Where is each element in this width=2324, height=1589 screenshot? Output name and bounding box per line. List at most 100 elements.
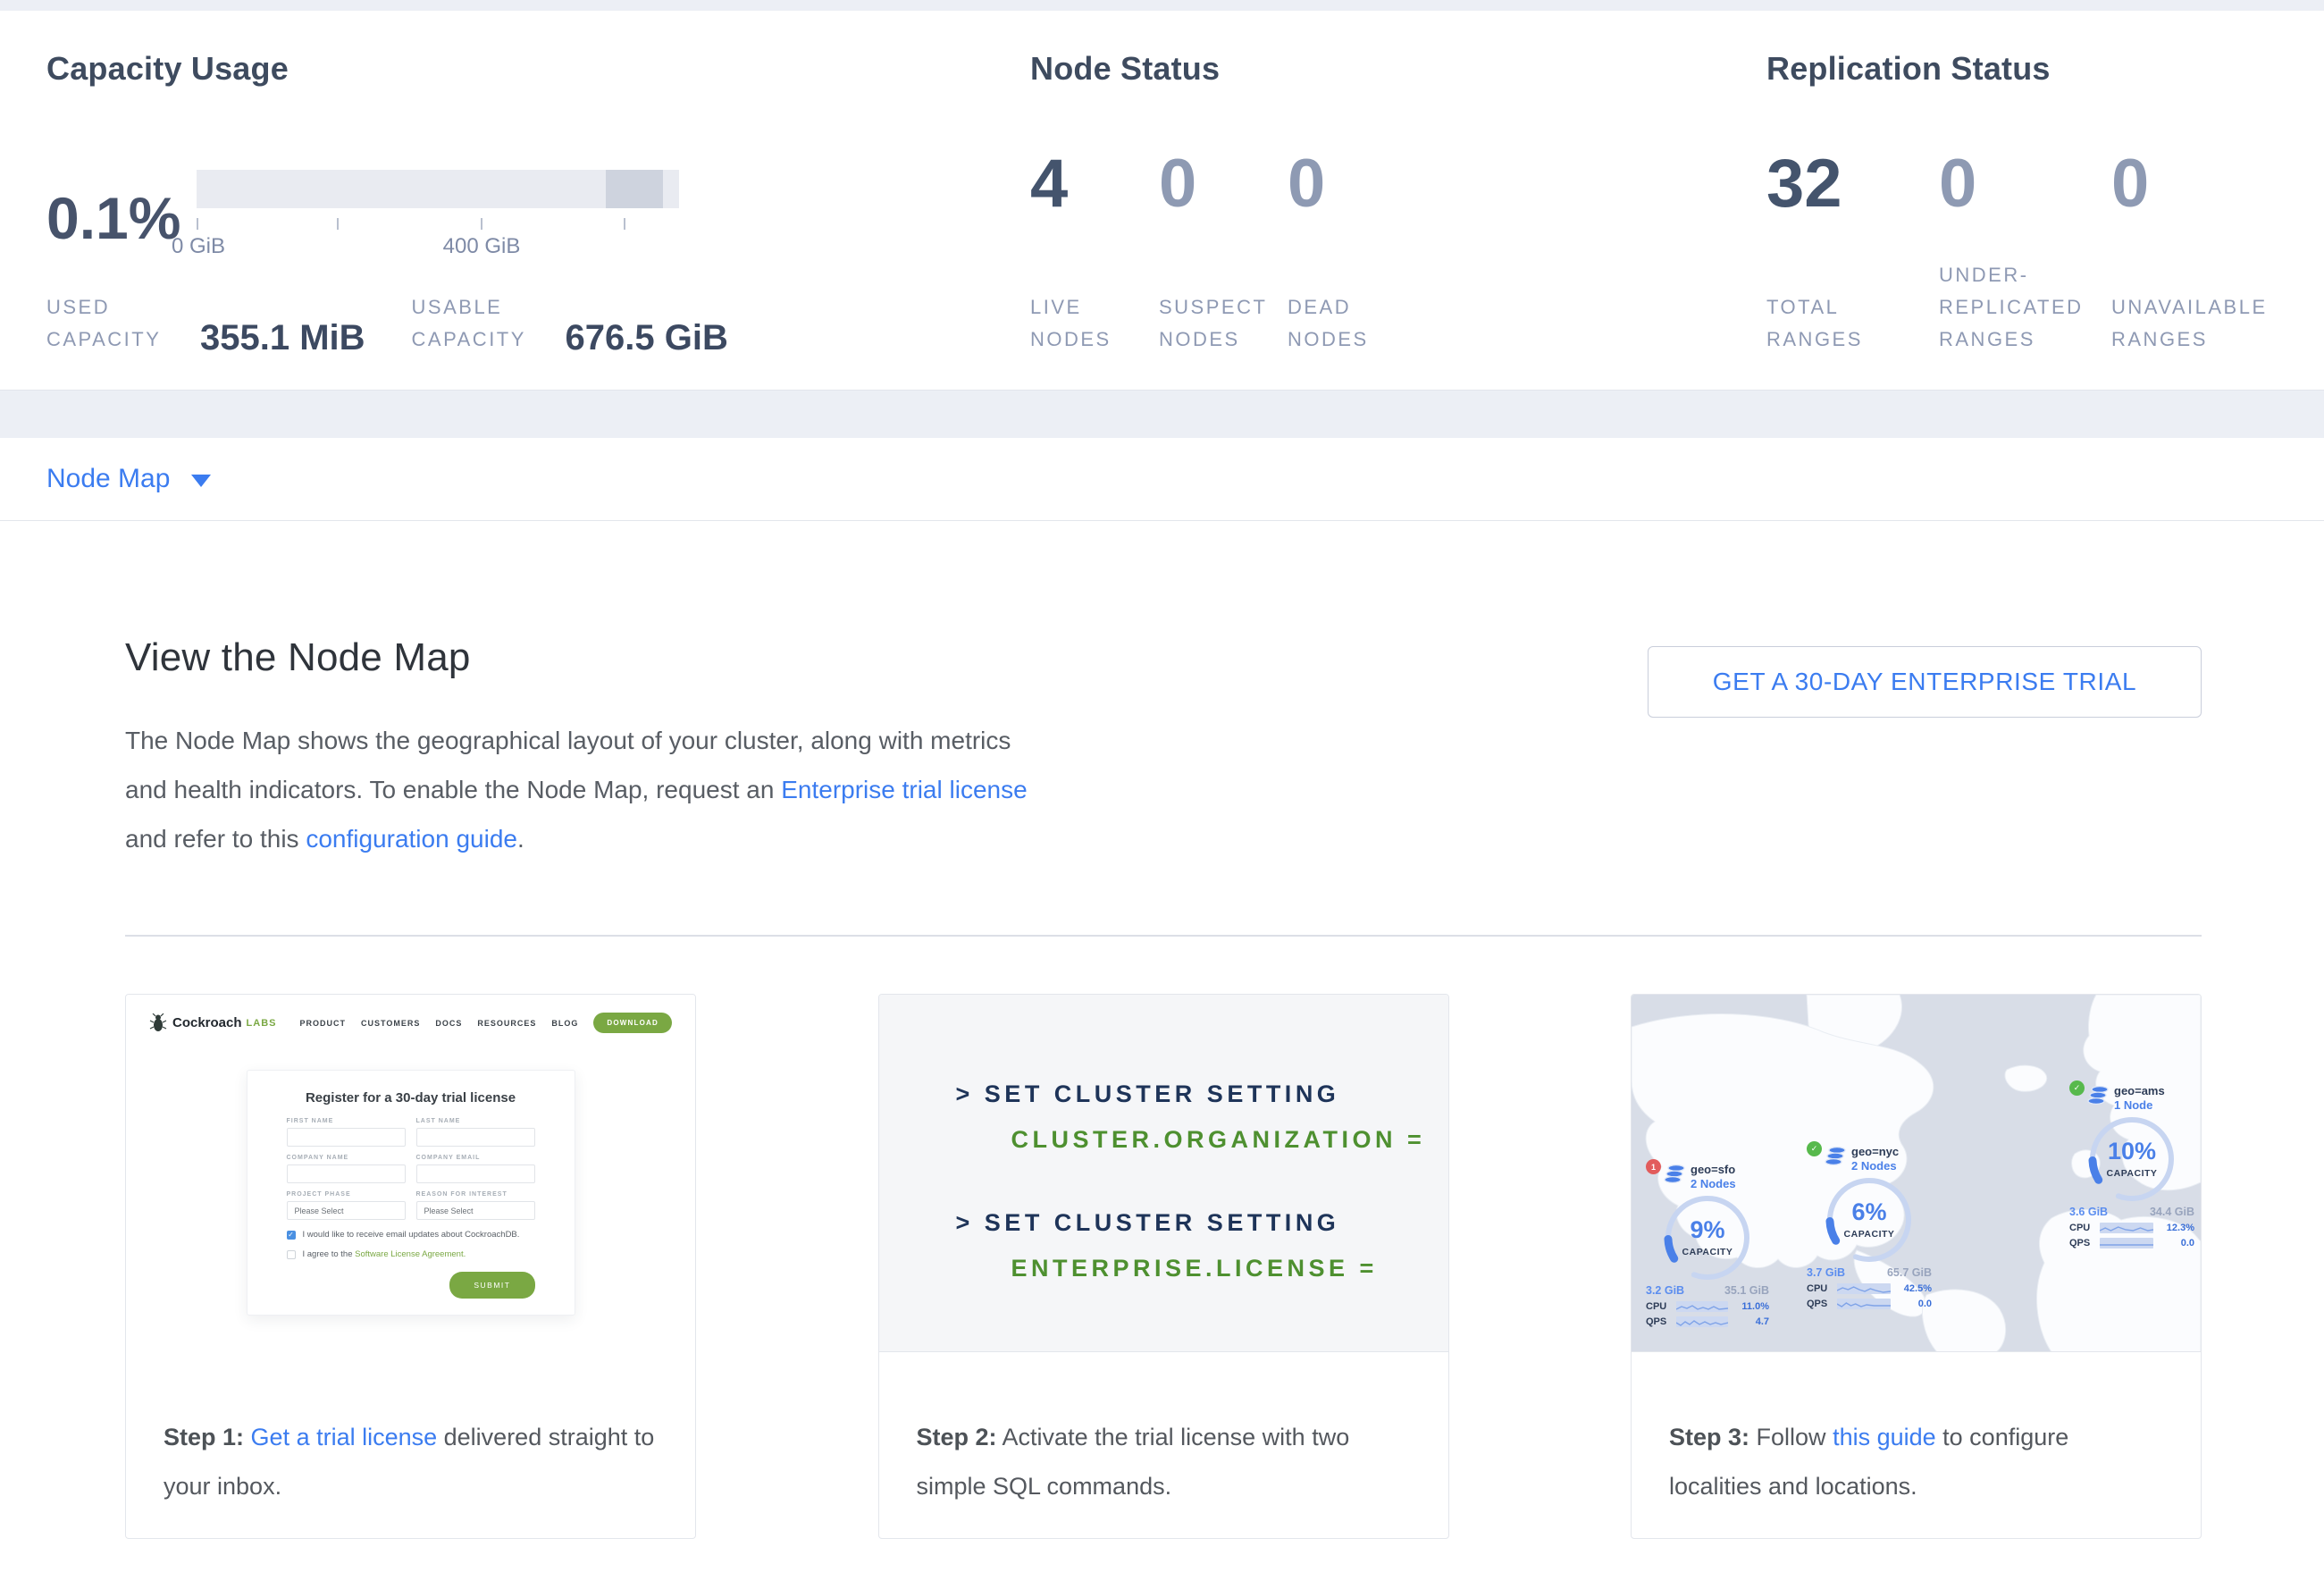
capacity-percent: 10%: [2087, 1138, 2177, 1165]
total-ranges-label: TOTAL RANGES: [1766, 291, 1939, 356]
cpu-label: CPU: [1646, 1301, 1676, 1312]
total-gib: 34.4 GiB: [2150, 1206, 2194, 1218]
inline-link[interactable]: Enterprise trial license: [781, 776, 1027, 803]
enterprise-trial-button[interactable]: GET A 30-DAY ENTERPRISE TRIAL: [1648, 646, 2202, 718]
mini-site-nav: PRODUCT CUSTOMERS DOCS RESOURCES BLOG DO…: [300, 1013, 672, 1033]
live-nodes-value: 4: [1030, 148, 1159, 220]
under-replicated-ranges-value: 0: [1939, 148, 2111, 220]
usable-capacity-label: USABLE CAPACITY: [412, 291, 555, 356]
cpu-value: 11.0%: [1728, 1301, 1769, 1312]
used-gib: 3.2 GiB: [1646, 1284, 1684, 1297]
cpu-value: 12.3%: [2153, 1223, 2194, 1233]
company-email-label: COMPANY EMAIL: [416, 1155, 535, 1161]
total-gib: 65.7 GiB: [1887, 1266, 1932, 1279]
suspect-nodes-stat: 0 SUSPECT NODES: [1159, 113, 1288, 356]
total-gib: 35.1 GiB: [1724, 1284, 1769, 1297]
capacity-percent: 6%: [1825, 1198, 1914, 1226]
capacity-bar-track: [197, 170, 679, 208]
node-status-title: Node Status: [1030, 50, 1766, 88]
qps-label: QPS: [1807, 1299, 1837, 1309]
inline-link[interactable]: this guide: [1833, 1424, 1936, 1450]
locality-node-count: 2 Nodes: [1691, 1177, 1736, 1191]
live-nodes-stat: 4 LIVE NODES: [1030, 113, 1159, 356]
used-gib: 3.6 GiB: [2069, 1206, 2108, 1218]
qps-value: 0.0: [2153, 1238, 2194, 1248]
qps-sparkline: [2100, 1238, 2153, 1248]
company-name-field: [287, 1164, 406, 1183]
capacity-usage-section: Capacity Usage 0.1% 0 GiB 400 GiB USED C…: [46, 50, 1030, 356]
qps-label: QPS: [1646, 1316, 1676, 1327]
cpu-sparkline: [1676, 1301, 1728, 1312]
step-3-map-preview: 1 geo=sfo 2 Nodes: [1632, 995, 2201, 1352]
usable-capacity-value: 676.5 GiB: [566, 320, 728, 356]
step-3-caption: Step 3: Follow this guide to configure l…: [1632, 1352, 2201, 1538]
cpu-label: CPU: [2069, 1223, 2100, 1233]
map-locality-ams: ✓ geo=ams 1 Node: [2069, 1084, 2194, 1248]
company-name-label: COMPANY NAME: [287, 1155, 406, 1161]
reason-interest-select: Please Select: [416, 1201, 535, 1220]
axis-tick: [481, 218, 482, 230]
node-map-dropdown-label: Node Map: [46, 464, 170, 494]
capacity-label: CAPACITY: [1663, 1247, 1752, 1257]
step-1-card: Cockroach LABS PRODUCT CUSTOMERS DOCS RE…: [125, 994, 696, 1539]
capacity-percent: 9%: [1663, 1216, 1752, 1244]
mini-nav-docs: DOCS: [435, 1019, 462, 1028]
sql-command: SET CLUSTER SETTING: [985, 1080, 1340, 1107]
axis-tick-label: 400 GiB: [443, 234, 521, 259]
capacity-gauge: 9% CAPACITY: [1663, 1193, 1752, 1282]
mini-nav-resources: RESOURCES: [477, 1019, 536, 1028]
locality-node-count: 2 Nodes: [1851, 1159, 1899, 1173]
capacity-bar-other-segment: [606, 170, 663, 208]
email-updates-checkbox: ✓: [287, 1231, 296, 1240]
inline-link[interactable]: configuration guide: [306, 825, 517, 853]
software-license-link: Software License Agreement.: [355, 1249, 466, 1259]
axis-tick: [197, 218, 198, 230]
chevron-down-icon: [191, 475, 211, 487]
database-stack-icon: [2087, 1086, 2109, 1106]
under-replicated-ranges-label: UNDER-REPLICATED RANGES: [1939, 259, 2111, 356]
cluster-summary-panel: Capacity Usage 0.1% 0 GiB 400 GiB USED C…: [0, 11, 2324, 391]
step-2-caption: Step 2: Activate the trial license with …: [879, 1352, 1448, 1538]
step-2-code-sample: > SET CLUSTER SETTING CLUSTER.ORGANIZATI…: [879, 995, 1448, 1352]
section-divider: [125, 935, 2202, 937]
company-email-field: [416, 1164, 535, 1183]
axis-tick: [624, 218, 625, 230]
locality-name: geo=sfo: [1691, 1163, 1736, 1177]
project-phase-label: PROJECT PHASE: [287, 1191, 406, 1198]
last-name-field: [416, 1128, 535, 1147]
qps-sparkline: [1676, 1316, 1728, 1327]
map-locality-sfo: 1 geo=sfo 2 Nodes: [1646, 1163, 1769, 1327]
node-status-section: Node Status 4 LIVE NODES 0 SUSPECT NODES…: [1030, 50, 1766, 356]
live-nodes-label: LIVE NODES: [1030, 291, 1159, 356]
replication-status-section: Replication Status 32 TOTAL RANGES 0 UND…: [1766, 50, 2324, 356]
checkmark-icon: ✓: [288, 1231, 294, 1240]
error-badge: 1: [1646, 1159, 1661, 1174]
unavailable-ranges-value: 0: [2111, 148, 2284, 220]
replication-status-title: Replication Status: [1766, 50, 2324, 88]
inline-link[interactable]: Get a trial license: [251, 1424, 438, 1450]
healthy-badge: ✓: [1807, 1141, 1822, 1156]
section-gap: [0, 391, 2324, 438]
project-phase-select: Please Select: [287, 1201, 406, 1220]
healthy-badge: ✓: [2069, 1080, 2085, 1096]
sql-command: SET CLUSTER SETTING: [985, 1209, 1340, 1236]
total-ranges-stat: 32 TOTAL RANGES: [1766, 113, 1939, 356]
capacity-gauge: 10% CAPACITY: [2087, 1114, 2177, 1204]
node-map-dropdown[interactable]: Node Map: [46, 464, 211, 494]
step-1-caption: Step 1: Get a trial license delivered st…: [126, 1352, 695, 1538]
locality-name: geo=ams: [2114, 1084, 2165, 1098]
sql-prompt: >: [956, 1080, 974, 1107]
sql-prompt: >: [956, 1209, 974, 1236]
qps-sparkline: [1837, 1299, 1891, 1309]
capacity-usage-title: Capacity Usage: [46, 50, 1030, 88]
capacity-bar-chart: 0 GiB 400 GiB: [197, 148, 679, 247]
cpu-sparkline: [1837, 1283, 1891, 1294]
unavailable-ranges-stat: 0 UNAVAILABLE RANGES: [2111, 113, 2284, 356]
intro-paragraph: The Node Map shows the geographical layo…: [125, 716, 1045, 863]
cockroach-bug-icon: [149, 1013, 167, 1033]
view-selector-bar: Node Map: [0, 438, 2324, 521]
qps-value: 4.7: [1728, 1316, 1769, 1327]
cpu-label: CPU: [1807, 1283, 1837, 1294]
first-name-label: FIRST NAME: [287, 1118, 406, 1124]
mini-download-button: DOWNLOAD: [593, 1013, 672, 1033]
